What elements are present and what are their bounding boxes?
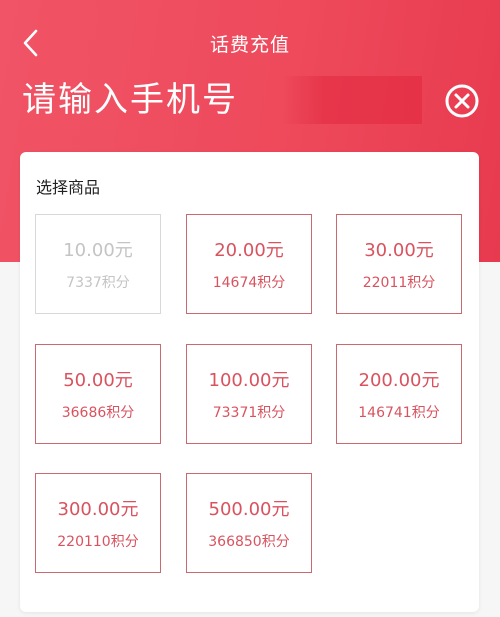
option-points: 14674积分 [212, 275, 286, 291]
option-price: 30.00元 [364, 240, 434, 261]
option-points: 22011积分 [362, 275, 436, 291]
circle-x-icon [445, 84, 479, 118]
option-points: 73371积分 [212, 405, 286, 421]
product-option-20[interactable]: 20.00元 14674积分 [186, 214, 312, 314]
option-price: 50.00元 [63, 370, 133, 391]
option-price: 20.00元 [214, 240, 284, 261]
option-points: 36686积分 [61, 405, 135, 421]
option-price: 10.00元 [63, 240, 133, 261]
section-title: 选择商品 [36, 178, 101, 197]
product-option-50[interactable]: 50.00元 36686积分 [35, 344, 161, 444]
product-option-300[interactable]: 300.00元 220110积分 [35, 473, 161, 573]
option-price: 100.00元 [208, 370, 290, 391]
option-price: 300.00元 [57, 499, 139, 520]
option-price: 500.00元 [208, 499, 290, 520]
option-points: 220110积分 [57, 534, 139, 550]
phone-number-input[interactable] [22, 74, 422, 126]
product-option-200[interactable]: 200.00元 146741积分 [336, 344, 462, 444]
option-points: 366850积分 [208, 534, 290, 550]
product-selection-card: 选择商品 10.00元 7337积分 20.00元 14674积分 30.00元… [20, 152, 479, 612]
page-title: 话费充值 [209, 34, 290, 56]
clear-input-button[interactable] [443, 82, 481, 120]
product-option-500[interactable]: 500.00元 366850积分 [186, 473, 312, 573]
product-option-30[interactable]: 30.00元 22011积分 [336, 214, 462, 314]
option-points: 146741积分 [358, 405, 440, 421]
product-option-10: 10.00元 7337积分 [35, 214, 161, 314]
option-price: 200.00元 [358, 370, 440, 391]
product-option-100[interactable]: 100.00元 73371积分 [186, 344, 312, 444]
option-points: 7337积分 [66, 275, 130, 291]
